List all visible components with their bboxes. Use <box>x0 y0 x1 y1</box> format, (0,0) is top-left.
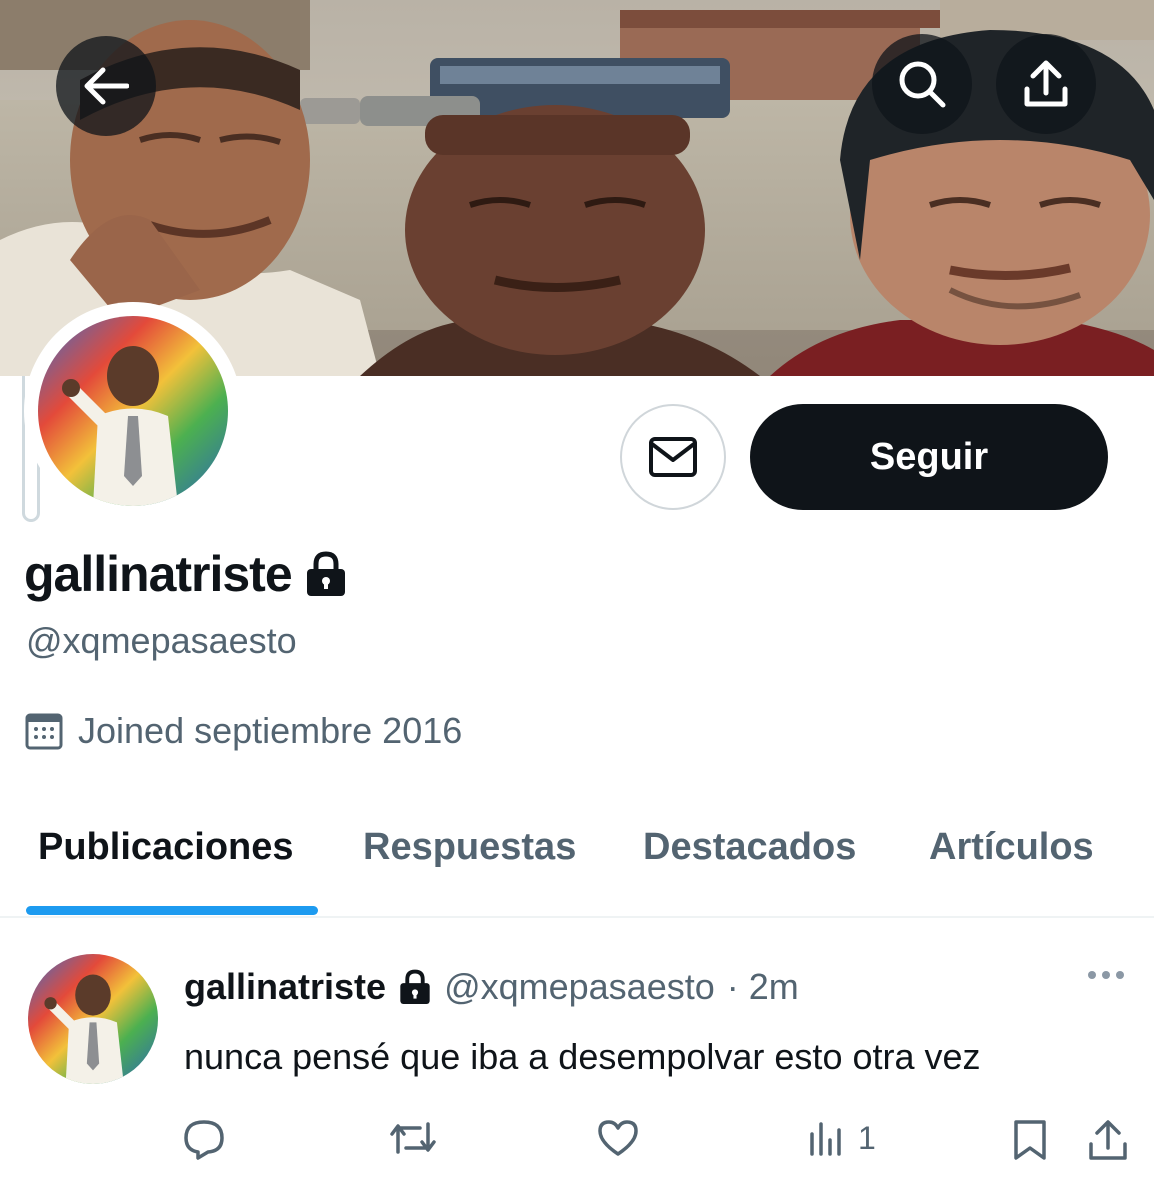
heart-icon <box>598 1120 638 1156</box>
joined-text: Joined septiembre 2016 <box>78 710 463 751</box>
post-text: nunca pensé que iba a desempolvar esto o… <box>184 1036 981 1077</box>
bookmark-button[interactable] <box>1010 1118 1050 1162</box>
lock-icon <box>306 551 345 596</box>
profile-avatar[interactable] <box>24 302 242 520</box>
arrow-left-icon <box>84 67 129 105</box>
bookmark-icon <box>1014 1120 1046 1160</box>
back-button[interactable] <box>56 36 156 136</box>
reply-button[interactable] <box>182 1118 226 1160</box>
follow-button[interactable]: Seguir <box>750 404 1108 510</box>
post-avatar[interactable] <box>28 954 158 1084</box>
post-avatar-image <box>28 954 158 1084</box>
more-icon <box>1088 971 1124 979</box>
share-profile-button[interactable] <box>996 34 1096 134</box>
tab-publicaciones[interactable]: Publicaciones <box>38 826 294 869</box>
lock-icon <box>400 969 430 1004</box>
envelope-icon <box>649 437 697 477</box>
active-tab-indicator <box>26 906 318 915</box>
views-icon <box>810 1122 841 1156</box>
share-icon <box>1089 1120 1127 1160</box>
profile-tabs: Publicaciones Respuestas Destacados Artí… <box>0 800 1154 918</box>
share-icon <box>1024 60 1068 107</box>
tab-respuestas[interactable]: Respuestas <box>363 826 576 869</box>
more-options-button[interactable] <box>1086 968 1126 986</box>
reply-icon <box>184 1120 224 1160</box>
avatar-image <box>38 316 228 506</box>
like-button[interactable] <box>596 1118 640 1158</box>
joined-date: Joined septiembre 2016 <box>24 710 462 752</box>
views-button[interactable]: 1 <box>806 1118 876 1158</box>
search-button[interactable] <box>872 34 972 134</box>
tab-destacados[interactable]: Destacados <box>643 826 856 869</box>
post-time[interactable]: · 2m <box>727 966 799 1008</box>
display-name-row: gallinatriste <box>24 545 348 603</box>
post-handle[interactable]: @xqmepasaesto <box>444 966 715 1008</box>
post[interactable]: gallinatriste @xqmepasaesto · 2m nunca p… <box>0 918 1154 1200</box>
profile-handle: @xqmepasaesto <box>26 620 297 661</box>
search-icon <box>899 61 946 108</box>
post-header: gallinatriste @xqmepasaesto · 2m <box>184 966 799 1008</box>
views-count: 1 <box>858 1119 876 1156</box>
share-post-button[interactable] <box>1086 1118 1130 1162</box>
display-name: gallinatriste <box>24 546 293 602</box>
calendar-icon <box>25 713 63 750</box>
tab-articulos[interactable]: Artículos <box>929 826 1094 869</box>
repost-icon <box>390 1122 436 1154</box>
post-author[interactable]: gallinatriste <box>184 966 386 1008</box>
repost-button[interactable] <box>388 1118 438 1158</box>
message-button[interactable] <box>620 404 726 510</box>
